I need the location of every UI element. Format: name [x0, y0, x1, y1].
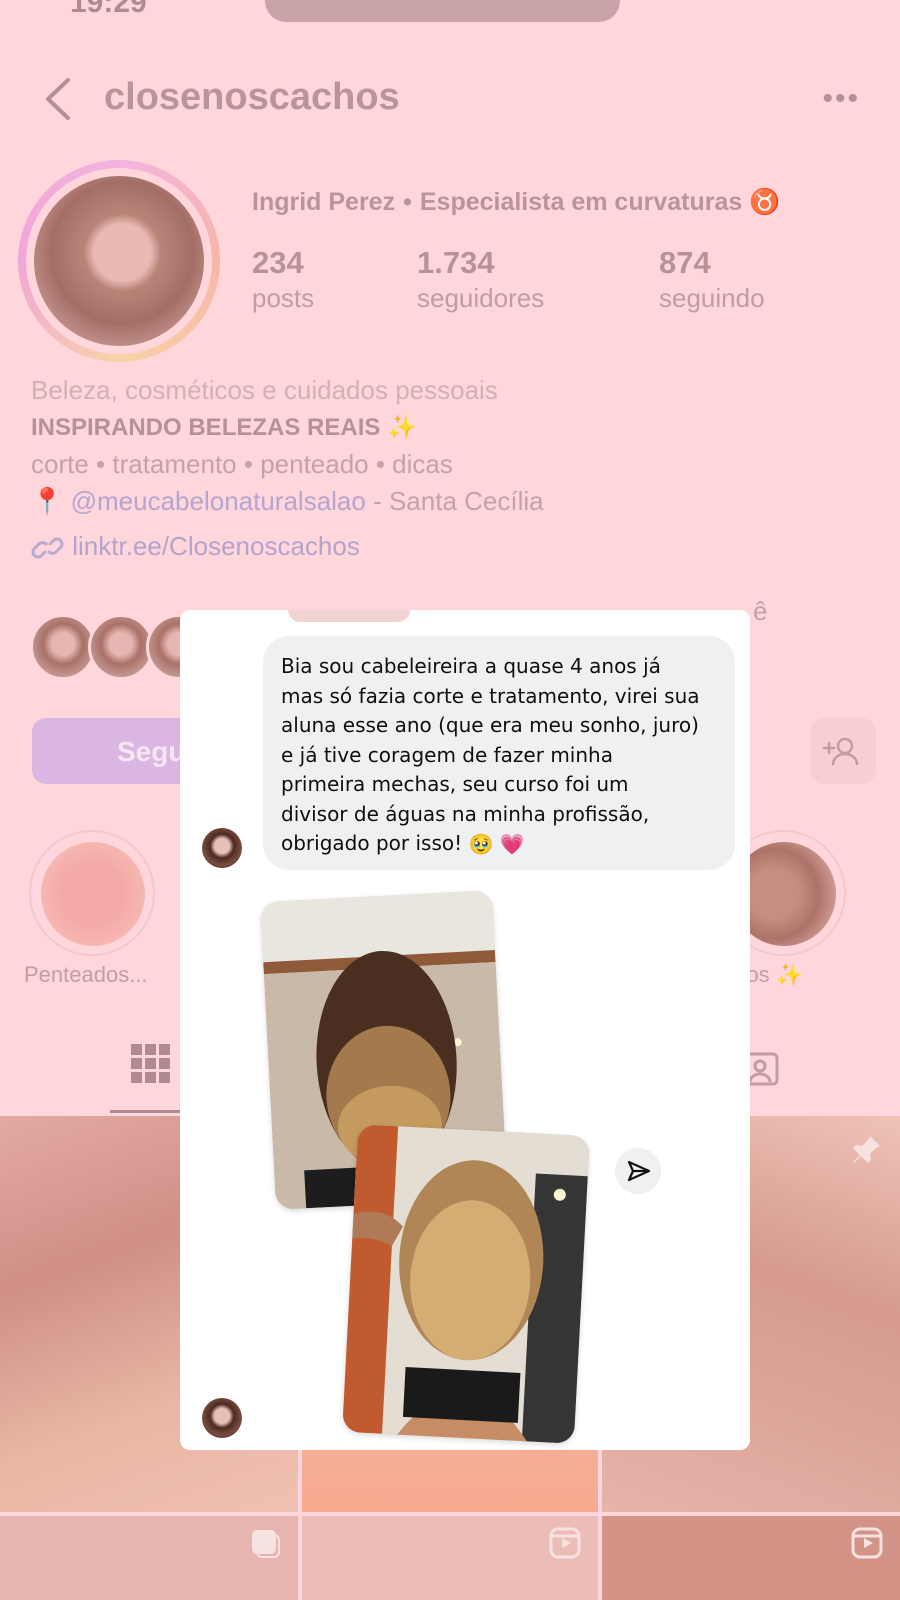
bio-link-line[interactable]: linktr.ee/Closenoscachos — [31, 528, 851, 565]
previous-message-thumbnail — [288, 610, 410, 622]
add-person-icon — [822, 737, 859, 766]
sender-avatar — [202, 828, 242, 868]
bio-location: - Santa Cecília — [365, 486, 544, 516]
dynamic-island — [265, 0, 620, 22]
profile-avatar[interactable] — [18, 160, 220, 362]
profile-stats: 234 posts 1.734 seguidores 874 seguindo — [252, 245, 872, 325]
stat-value: 1.734 — [417, 245, 495, 280]
message-line: primeira mechas, seu curso foi um — [281, 772, 629, 796]
bio-services: corte • tratamento • penteado • dicas — [31, 449, 453, 479]
status-time: 19:29 — [70, 0, 147, 19]
bio-category: Beleza, cosméticos e cuidados pessoais — [31, 375, 498, 405]
bio-headline: INSPIRANDO BELEZAS REAIS ✨ — [31, 414, 417, 441]
stat-label: seguindo — [659, 283, 765, 313]
post-thumbnail[interactable] — [0, 1516, 298, 1600]
highlight-cover — [41, 842, 145, 946]
avatar — [30, 614, 96, 680]
message-line: e já tive coragem de fazer minha — [281, 742, 613, 767]
share-button[interactable] — [615, 1148, 661, 1194]
profile-fullname: Ingrid Perez • Especialista em curvaturas … — [252, 188, 780, 217]
chevron-left-icon[interactable] — [40, 76, 80, 122]
message-line: divisor de águas na minha profissão, — [281, 801, 650, 826]
link-icon — [31, 537, 64, 559]
profile-name-text: Ingrid Perez — [252, 188, 396, 216]
add-person-button[interactable] — [810, 718, 876, 784]
message-line: aluna esse ano (que era meu sonho, juro) — [281, 713, 699, 737]
message-screenshot-card: Bia sou cabeleireira a quase 4 anos já m… — [180, 610, 750, 1450]
follow-button-label: Segu — [117, 736, 186, 767]
stat-followers[interactable]: 1.734 seguidores — [417, 245, 544, 314]
highlight-penteados[interactable] — [29, 830, 155, 956]
stat-following[interactable]: 874 seguindo — [659, 245, 765, 314]
stat-value: 234 — [252, 245, 304, 280]
followed-by-text-fragment: ê — [753, 596, 768, 626]
stat-value: 874 — [659, 245, 711, 280]
message-text: Bia sou cabeleireira a quase 4 anos já m… — [281, 652, 717, 859]
bio-mention-link[interactable]: @meucabelonaturalsalao — [71, 486, 366, 516]
bio-link[interactable]: linktr.ee/Closenoscachos — [72, 531, 360, 561]
profile-header: closenoscachos ••• — [0, 60, 900, 140]
send-icon — [627, 1160, 651, 1182]
reels-icon — [549, 1527, 581, 1559]
pin-post-icon — [853, 1136, 880, 1163]
message-line: obrigado por isso! — [281, 831, 463, 855]
photo-after-image — [342, 1124, 590, 1444]
message-bubble: Bia sou cabeleireira a quase 4 anos já m… — [263, 636, 735, 870]
stat-label: seguidores — [417, 283, 545, 313]
avatar — [88, 614, 154, 680]
profile-username: closenoscachos — [104, 76, 400, 118]
bio-location-line: 📍 @meucabelonaturalsalao - Santa Cecília — [31, 483, 851, 520]
profile-bio: Beleza, cosméticos e cuidados pessoais I… — [31, 372, 851, 565]
post-thumbnail[interactable] — [302, 1516, 598, 1600]
highlight-label: Penteados... — [24, 962, 148, 987]
name-separator: • — [403, 188, 412, 216]
pin-icon: 📍 — [31, 486, 64, 516]
emoji: 🥹 💗 — [468, 831, 525, 856]
stat-posts[interactable]: 234 posts — [252, 245, 314, 314]
multi-post-icon — [252, 1530, 280, 1558]
message-photo-after[interactable] — [342, 1124, 590, 1444]
sender-avatar — [202, 1398, 242, 1438]
post-thumbnail[interactable] — [602, 1516, 900, 1600]
profile-role: Especialista em curvaturas ♉ — [419, 188, 781, 216]
more-icon[interactable]: ••• — [822, 82, 860, 116]
avatar-photo — [34, 176, 204, 346]
message-line: Bia sou cabeleireira a quase 4 anos já — [281, 654, 661, 678]
message-line: mas só fazia corte e tratamento, virei s… — [281, 683, 700, 708]
reels-icon — [851, 1527, 883, 1559]
grid-icon[interactable] — [131, 1044, 171, 1084]
message-last-line: obrigado por isso! 🥹 💗 — [281, 829, 717, 859]
stat-label: posts — [252, 283, 315, 313]
